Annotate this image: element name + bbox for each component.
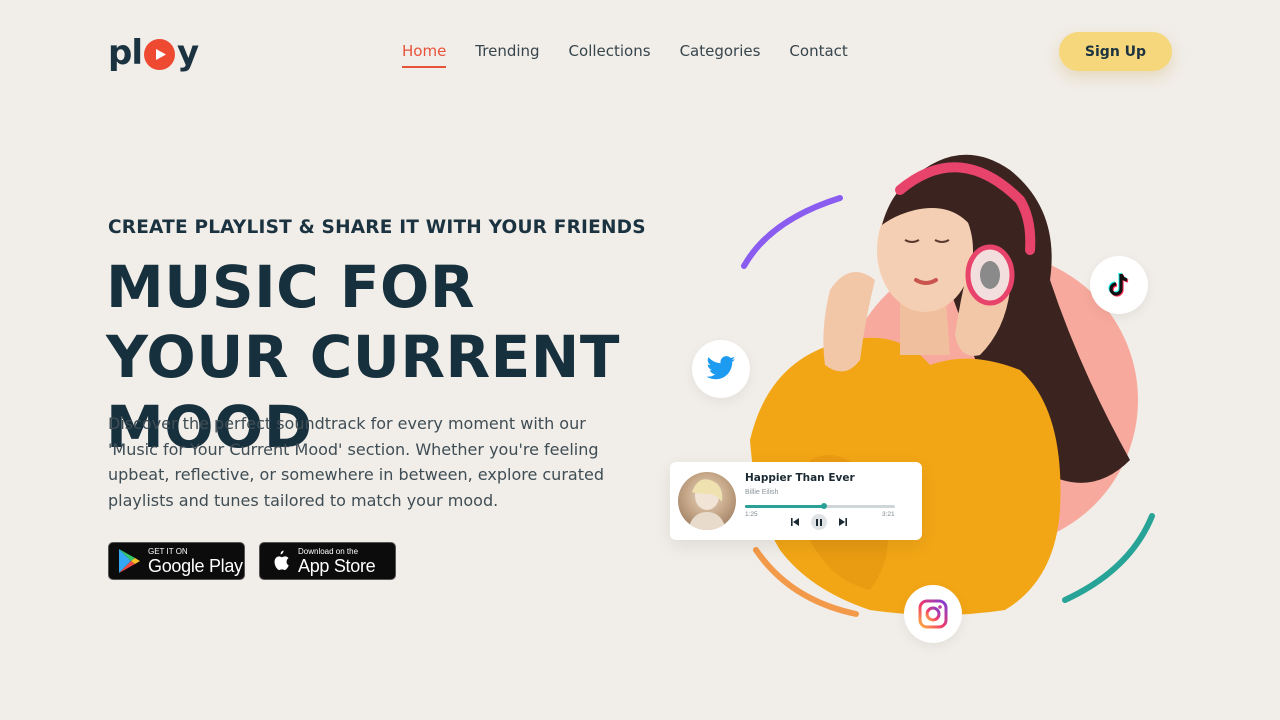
track-artist: Billie Eilish	[745, 489, 779, 496]
hero-kicker: CREATE PLAYLIST & SHARE IT WITH YOUR FRI…	[108, 217, 646, 238]
progress-fill	[745, 505, 825, 508]
woman-figure	[750, 154, 1130, 615]
nav-item-collections[interactable]: Collections	[569, 42, 651, 68]
brand-logo[interactable]: pl y	[108, 33, 199, 73]
album-cover	[678, 472, 736, 530]
tiktok-badge[interactable]	[1090, 256, 1148, 314]
pause-icon	[816, 518, 822, 526]
main-nav: Home Trending Collections Categories Con…	[402, 42, 848, 68]
pause-button[interactable]	[811, 514, 827, 530]
skip-back-icon	[791, 518, 799, 526]
twitter-badge[interactable]	[692, 340, 750, 398]
track-title: Happier Than Ever	[745, 472, 855, 484]
logo-text-left: pl	[108, 33, 143, 73]
app-store-small: Download on the	[298, 546, 359, 556]
apple-icon	[270, 549, 290, 573]
nav-item-trending[interactable]: Trending	[475, 42, 539, 68]
google-play-button[interactable]: GET IT ON Google Play	[108, 542, 245, 580]
nav-item-contact[interactable]: Contact	[789, 42, 847, 68]
tiktok-icon	[1106, 271, 1132, 299]
nav-item-home[interactable]: Home	[402, 42, 447, 68]
teal-arc	[1062, 513, 1155, 603]
google-play-big: Google Play	[148, 555, 243, 576]
music-player-card[interactable]: Happier Than Ever Billie Eilish 1:25 3:2…	[670, 462, 922, 540]
progress-knob[interactable]	[821, 503, 828, 509]
google-play-small: GET IT ON	[148, 546, 188, 556]
twitter-icon	[705, 356, 737, 382]
total-duration: 3:21	[882, 511, 895, 518]
previous-track-button[interactable]	[790, 517, 800, 527]
app-store-button[interactable]: Download on the App Store	[259, 542, 396, 580]
hero-description: Discover the perfect soundtrack for ever…	[108, 414, 604, 510]
google-play-icon	[117, 548, 141, 574]
hero-illustration	[741, 154, 1155, 617]
elapsed-time: 1:25	[745, 511, 758, 518]
instagram-badge[interactable]	[904, 585, 962, 643]
logo-text-right: y	[177, 33, 199, 73]
next-track-button[interactable]	[838, 517, 848, 527]
progress-bar[interactable]	[745, 503, 895, 509]
signup-button[interactable]: Sign Up	[1059, 32, 1172, 71]
skip-forward-icon	[839, 518, 847, 526]
purple-arc	[741, 195, 843, 269]
app-store-big: App Store	[298, 555, 376, 576]
nav-item-categories[interactable]: Categories	[680, 42, 761, 68]
play-logo-icon	[144, 38, 175, 70]
instagram-icon	[917, 598, 949, 630]
